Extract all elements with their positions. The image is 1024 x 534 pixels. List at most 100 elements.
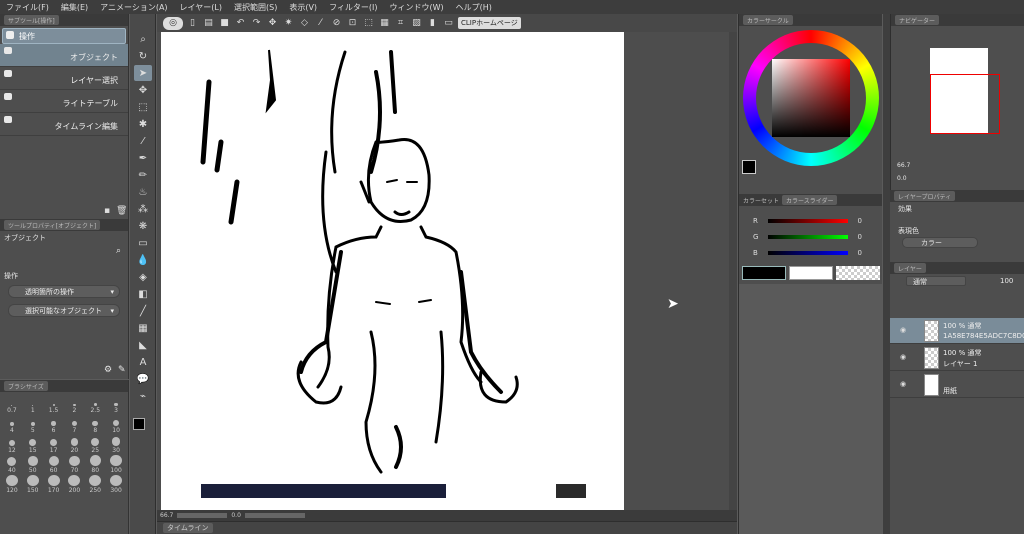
layer-row[interactable]: ◉ 100 % 通常 1A58E784E5ADC7C8D0...	[890, 318, 1024, 344]
settings-icon[interactable]: ✷	[282, 17, 295, 30]
settings-icon[interactable]: ⚙	[104, 365, 112, 375]
search-icon[interactable]: ⌕	[116, 246, 121, 256]
brush-size-cell[interactable]: 12	[2, 435, 22, 454]
open-icon[interactable]: ▤	[202, 17, 215, 30]
display-icon[interactable]: ▭	[442, 17, 455, 30]
navigator-zoom[interactable]: 66.7	[897, 162, 910, 169]
main-color-swatch[interactable]	[742, 160, 756, 174]
undo-icon[interactable]: ↶	[234, 17, 247, 30]
brush-size-cell[interactable]: 10	[106, 415, 126, 434]
eyedropper-icon[interactable]: ⁄	[314, 17, 327, 30]
auto-select-icon[interactable]: ✱	[134, 116, 152, 132]
menu-window[interactable]: ウィンドウ(W)	[384, 2, 450, 13]
lock-icon[interactable]: ▮	[426, 17, 439, 30]
subtool-add-icon[interactable]: ▪	[104, 206, 110, 216]
main-color-chip[interactable]	[742, 266, 786, 280]
ruler-snap-icon[interactable]: ▨	[410, 17, 423, 30]
slider-b-value[interactable]: 0	[858, 249, 862, 257]
transform-icon[interactable]: ✥	[266, 17, 279, 30]
zoom-icon[interactable]: ⌕	[134, 31, 152, 47]
clip-homepage-button[interactable]: CLIPホームページ	[458, 17, 521, 29]
menu-edit[interactable]: 編集(E)	[55, 2, 94, 13]
slider-g-value[interactable]: 0	[858, 233, 862, 241]
clip-logo-icon[interactable]: ◎	[163, 16, 183, 30]
invert-icon[interactable]: ⊡	[346, 17, 359, 30]
deselect-icon[interactable]: ⊘	[330, 17, 343, 30]
brush-size-cell[interactable]: 5	[23, 415, 43, 434]
eraser-icon[interactable]: ▭	[134, 235, 152, 251]
pen-icon[interactable]: ✒	[134, 150, 152, 166]
eyedropper-icon[interactable]: ⁄	[134, 133, 152, 149]
transparent-chip[interactable]	[836, 266, 880, 280]
slider-g[interactable]: G0	[753, 232, 876, 241]
brush-size-cell[interactable]: 25	[85, 435, 105, 454]
selectable-object-select[interactable]: 選択可能なオブジェクト	[8, 304, 120, 317]
slider-b-bar[interactable]	[767, 250, 848, 255]
brush-size-cell[interactable]: 60	[44, 455, 64, 474]
brush-size-cell[interactable]: 1	[23, 395, 43, 414]
menu-animation[interactable]: アニメーション(A)	[94, 2, 173, 13]
menu-filter[interactable]: フィルター(I)	[323, 2, 383, 13]
move-view-icon[interactable]: ↻	[134, 48, 152, 64]
blend-mode-select[interactable]: 通常	[906, 276, 966, 286]
grid-icon[interactable]: ▦	[378, 17, 391, 30]
rotate-slider[interactable]	[244, 513, 305, 518]
navigator-title[interactable]: ナビゲーター	[895, 15, 940, 25]
layer-name[interactable]: 1A58E784E5ADC7C8D0...	[943, 332, 1024, 340]
decoration-icon[interactable]: ❋	[134, 218, 152, 234]
expression-color-select[interactable]: カラー	[902, 237, 978, 248]
select-area-icon[interactable]: ⬚	[362, 17, 375, 30]
status-zoom[interactable]: 66.7	[160, 512, 173, 519]
brush-size-cell[interactable]: 50	[23, 455, 43, 474]
operation-tool-icon[interactable]: ➤	[134, 65, 152, 81]
layer-row[interactable]: ◉ 用紙	[890, 372, 1024, 398]
snap-icon[interactable]: ⌗	[394, 17, 407, 30]
gradient-icon[interactable]: ◧	[134, 286, 152, 302]
subtool-trash-icon[interactable]: 🗑	[116, 206, 127, 216]
fill-icon[interactable]: ◈	[134, 269, 152, 285]
layer-name[interactable]: 用紙	[943, 386, 957, 396]
wrench-icon[interactable]: ✎	[118, 365, 126, 375]
slider-r-bar[interactable]	[767, 218, 848, 223]
canvas-paper[interactable]	[161, 32, 624, 510]
brush-size-cell[interactable]: 30	[106, 435, 126, 454]
new-file-icon[interactable]: ▯	[186, 17, 199, 30]
brush-size-cell[interactable]: 17	[44, 435, 64, 454]
menu-view[interactable]: 表示(V)	[283, 2, 323, 13]
slider-r[interactable]: R0	[753, 216, 876, 225]
slider-r-value[interactable]: 0	[858, 217, 862, 225]
brush-size-cell[interactable]: 100	[106, 455, 126, 474]
colorcircle-title[interactable]: カラーサークル	[743, 15, 793, 25]
brush-size-cell[interactable]: 4	[2, 415, 22, 434]
brush-size-cell[interactable]: 200	[65, 475, 85, 494]
layer-tab[interactable]: レイヤー	[894, 263, 926, 273]
subtool-item-timeline-edit[interactable]: タイムライン編集	[0, 113, 128, 136]
eye-icon[interactable]: ◉	[900, 380, 906, 388]
text-icon[interactable]: A	[134, 354, 152, 370]
sub-color-chip[interactable]	[789, 266, 833, 280]
brush-size-cell[interactable]: 150	[23, 475, 43, 494]
tab-color-slider[interactable]: カラースライダー	[782, 195, 838, 205]
figure-icon[interactable]: ╱	[134, 303, 152, 319]
navigator-rotate[interactable]: 0.0	[897, 175, 907, 182]
timeline-title[interactable]: タイムライン	[163, 523, 213, 533]
navigator-view-frame[interactable]	[930, 74, 1000, 134]
airbrush-icon[interactable]: ⁂	[134, 201, 152, 217]
zoom-slider[interactable]	[177, 513, 228, 518]
eye-icon[interactable]: ◉	[900, 353, 906, 361]
correct-line-icon[interactable]: ⌁	[134, 388, 152, 404]
brush-size-cell[interactable]: 120	[2, 475, 22, 494]
subtool-title[interactable]: サブツール[操作]	[4, 15, 59, 25]
brush-size-cell[interactable]: 80	[85, 455, 105, 474]
tab-color-set[interactable]: カラーセット	[743, 196, 779, 205]
layer-name[interactable]: レイヤー 1	[943, 359, 977, 369]
eye-icon[interactable]: ◉	[900, 326, 906, 334]
subtool-item-layer-select[interactable]: レイヤー選択	[0, 67, 128, 90]
brush-size-cell[interactable]: 2.5	[85, 395, 105, 414]
balloon-icon[interactable]: 💬	[134, 371, 152, 387]
brush-size-cell[interactable]: 70	[65, 455, 85, 474]
frame-icon[interactable]: ▦	[134, 320, 152, 336]
toolprop-title[interactable]: ツールプロパティ[オブジェクト]	[4, 220, 101, 230]
brushsize-title[interactable]: ブラシサイズ	[4, 381, 48, 391]
brush-size-cell[interactable]: 6	[44, 415, 64, 434]
